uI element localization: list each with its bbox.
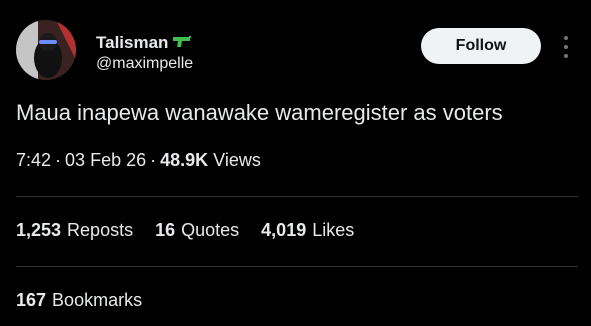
bookmarks-stat[interactable]: 167 Bookmarks bbox=[16, 290, 142, 311]
engagement-stats: 1,253 Reposts 16 Quotes 4,019 Likes bbox=[16, 220, 354, 241]
tweet-time[interactable]: 7:42 bbox=[16, 150, 51, 170]
quotes-count: 16 bbox=[155, 220, 176, 240]
follow-button[interactable]: Follow bbox=[421, 28, 541, 64]
author-name-row[interactable]: Talisman bbox=[96, 33, 192, 53]
likes-label: Likes bbox=[312, 220, 355, 240]
reposts-count: 1,253 bbox=[16, 220, 62, 240]
more-options-icon[interactable] bbox=[560, 36, 572, 58]
views-count: 48.9K bbox=[160, 150, 209, 170]
author-display-name[interactable]: Talisman bbox=[96, 33, 168, 53]
bookmarks-label: Bookmarks bbox=[52, 290, 143, 310]
likes-stat[interactable]: 4,019 Likes bbox=[261, 220, 354, 241]
meta-separator: · bbox=[55, 150, 62, 170]
tweet-meta: 7:42 · 03 Feb 26 · 48.9K Views bbox=[16, 150, 261, 171]
author-handle[interactable]: @maximpelle bbox=[96, 55, 193, 73]
divider bbox=[16, 196, 578, 197]
bookmarks-count: 167 bbox=[16, 290, 47, 310]
divider bbox=[16, 266, 578, 267]
views-label: Views bbox=[213, 150, 261, 170]
reposts-stat[interactable]: 1,253 Reposts bbox=[16, 220, 133, 241]
quotes-label: Quotes bbox=[181, 220, 240, 240]
meta-separator: · bbox=[150, 150, 157, 170]
quotes-stat[interactable]: 16 Quotes bbox=[155, 220, 239, 241]
tweet-text: Maua inapewa wanawake wameregister as vo… bbox=[16, 100, 503, 125]
tweet-date[interactable]: 03 Feb 26 bbox=[65, 150, 146, 170]
likes-count: 4,019 bbox=[261, 220, 307, 240]
avatar[interactable] bbox=[16, 20, 76, 80]
reposts-label: Reposts bbox=[67, 220, 134, 240]
pistol-emoji-icon bbox=[172, 33, 192, 53]
